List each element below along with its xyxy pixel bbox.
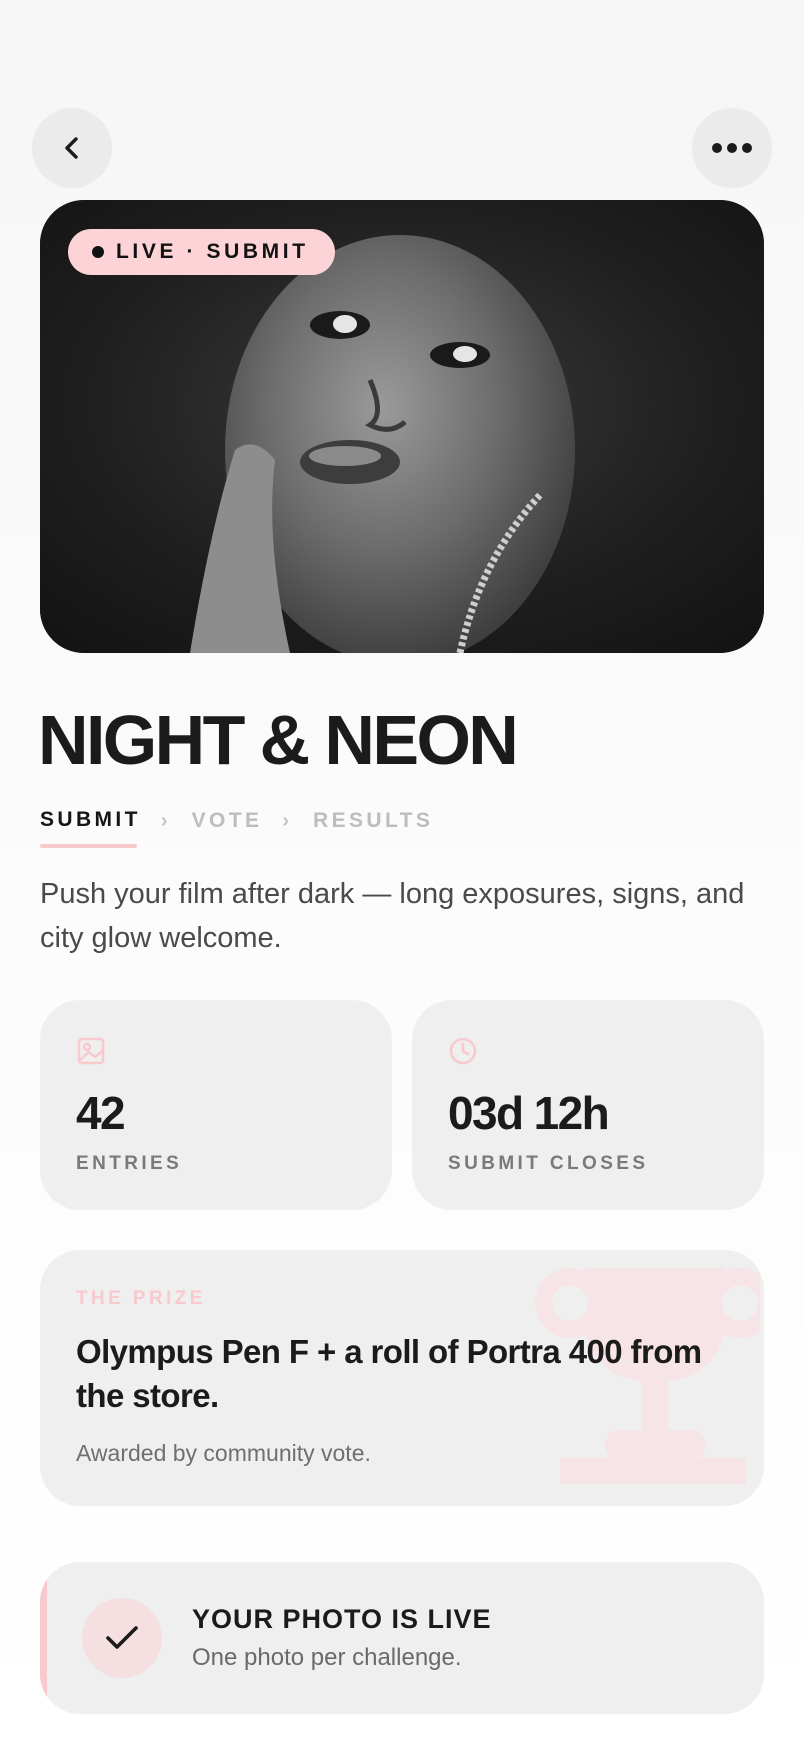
image-icon xyxy=(77,1037,105,1065)
check-icon xyxy=(106,1626,138,1649)
live-status-badge: LIVE · SUBMIT xyxy=(68,229,335,275)
prize-label: THE PRIZE xyxy=(76,1288,206,1309)
check-badge xyxy=(82,1598,162,1678)
step-vote[interactable]: VOTE xyxy=(192,809,263,833)
challenge-title: NIGHT & NEON xyxy=(38,701,519,779)
hero-photo[interactable]: LIVE · SUBMIT xyxy=(40,200,764,653)
prize-card: THE PRIZE Olympus Pen F + a roll of Port… xyxy=(40,1250,764,1506)
accent-bar xyxy=(40,1562,47,1714)
challenge-description: Push your film after dark — long exposur… xyxy=(40,878,745,954)
status-subtitle: One photo per challenge. xyxy=(192,1644,462,1671)
entries-stat-card: 42 ENTRIES xyxy=(40,1000,392,1210)
submit-closes-label: SUBMIT CLOSES xyxy=(448,1153,649,1174)
chevron-right-icon: › xyxy=(160,809,168,832)
chevron-right-icon: › xyxy=(282,809,290,832)
prize-text: Olympus Pen F + a roll of Portra 400 fro… xyxy=(76,1333,702,1414)
status-title: YOUR PHOTO IS LIVE xyxy=(192,1604,492,1634)
time-remaining: 03d 12h xyxy=(448,1087,610,1139)
live-status-text: LIVE · SUBMIT xyxy=(116,240,309,263)
chevron-left-icon xyxy=(65,137,78,159)
photo-live-card[interactable]: YOUR PHOTO IS LIVE One photo per challen… xyxy=(40,1562,764,1714)
step-submit[interactable]: SUBMIT xyxy=(40,808,141,848)
entries-label: ENTRIES xyxy=(76,1153,183,1174)
phase-steps: SUBMIT › VOTE › RESULTS xyxy=(40,808,433,848)
more-options-button[interactable] xyxy=(692,108,772,188)
back-button[interactable] xyxy=(32,108,112,188)
ellipsis-icon xyxy=(712,143,752,153)
prize-subtext: Awarded by community vote. xyxy=(76,1440,371,1466)
submit-closes-stat-card: 03d 12h SUBMIT CLOSES xyxy=(412,1000,764,1210)
entries-count: 42 xyxy=(76,1087,126,1139)
clock-icon xyxy=(449,1037,477,1065)
step-results[interactable]: RESULTS xyxy=(313,809,433,833)
live-dot-icon xyxy=(92,246,104,258)
